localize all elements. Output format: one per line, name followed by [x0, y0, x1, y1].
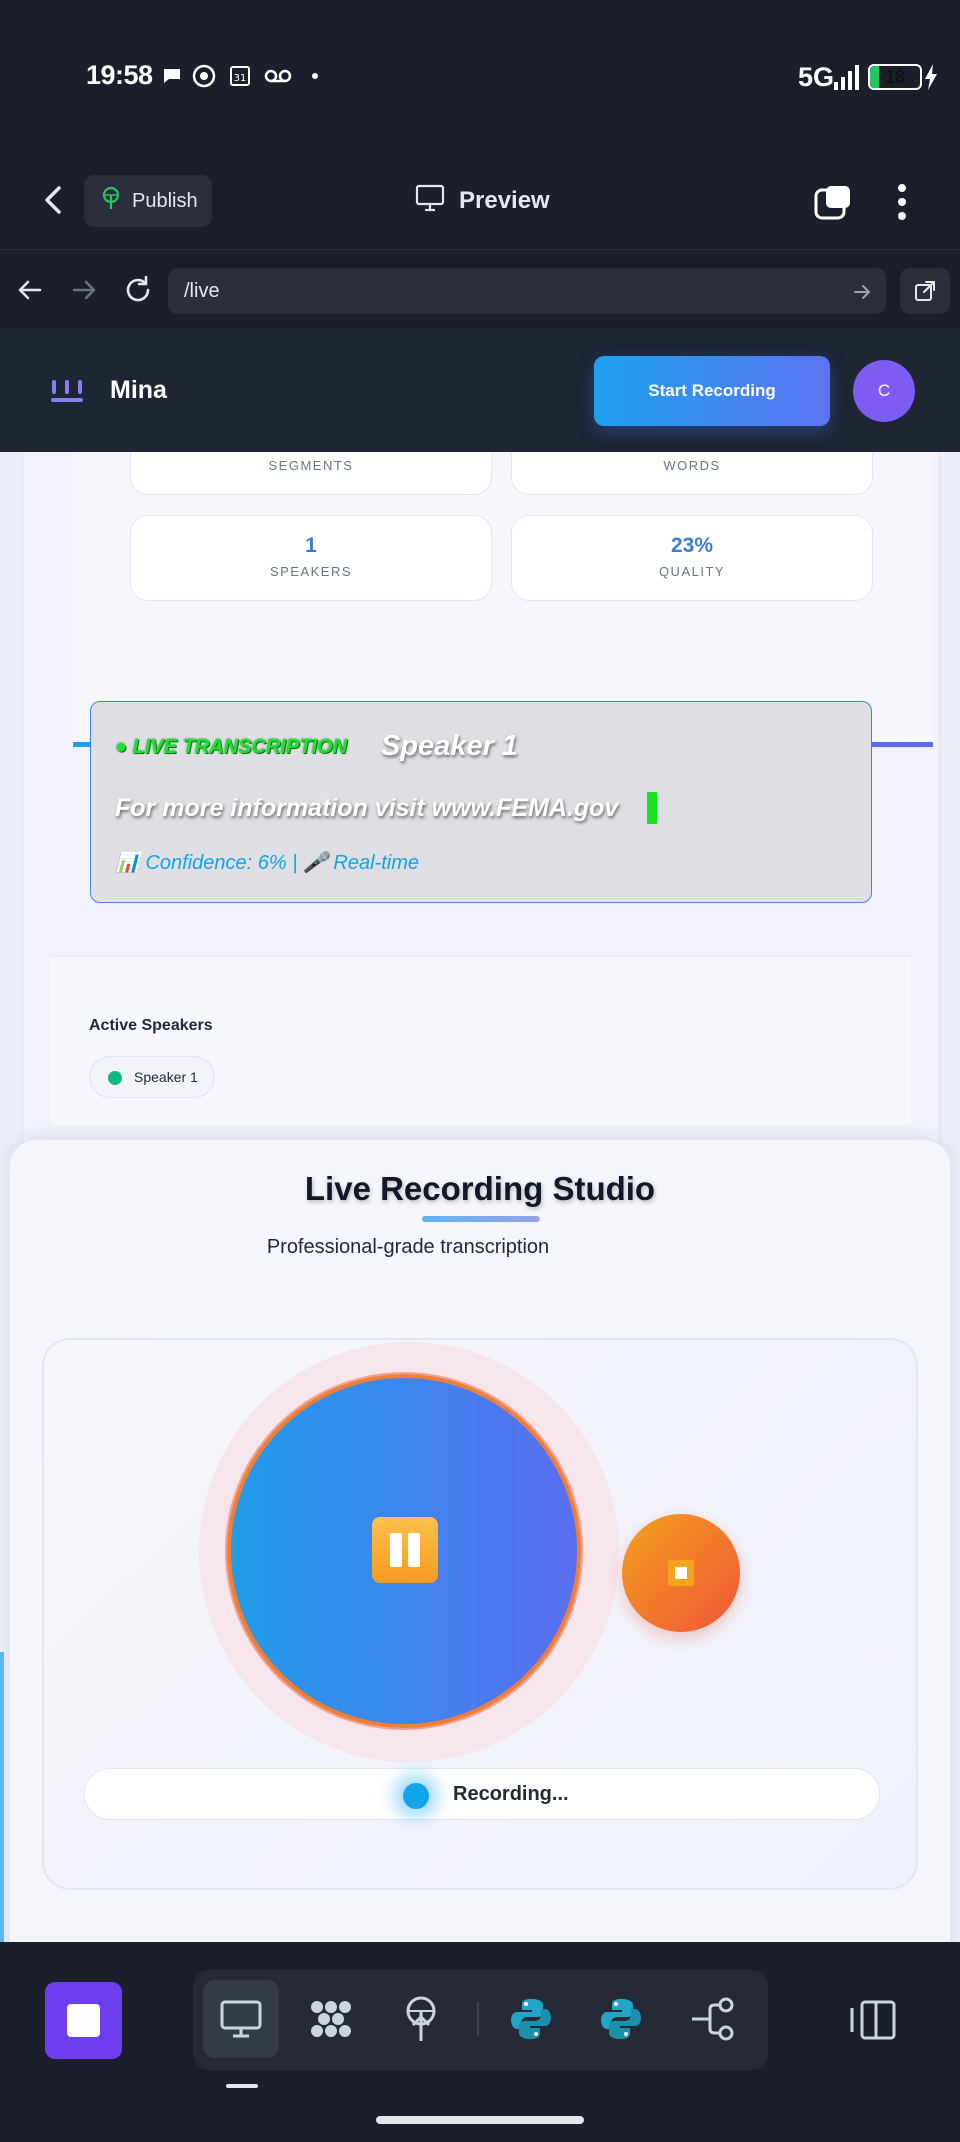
dot-icon — [310, 64, 320, 88]
stat-speakers: 1 SPEAKERS — [130, 515, 492, 601]
live-speaker: Speaker 1 — [381, 730, 519, 762]
app-bar: Publish Preview — [0, 150, 960, 250]
stat-label: WORDS — [663, 458, 721, 473]
desktop-icon[interactable] — [203, 1980, 279, 2058]
python-icon[interactable] — [493, 1980, 569, 2058]
start-recording-button[interactable]: Start Recording — [594, 356, 830, 426]
stop-run-button[interactable] — [45, 1982, 122, 2059]
arrow-left-icon[interactable] — [14, 274, 46, 306]
graph-icon[interactable] — [293, 1980, 369, 2058]
speaker-chip[interactable]: Speaker 1 — [89, 1056, 215, 1098]
chat-icon — [160, 64, 184, 88]
brand-logo-icon[interactable] — [50, 378, 84, 404]
live-tag: ● LIVE TRANSCRIPTION — [115, 736, 348, 758]
signal-icon — [834, 64, 862, 90]
calendar-icon: 31 — [228, 64, 252, 88]
avatar[interactable]: C — [853, 360, 915, 422]
reload-icon[interactable] — [122, 274, 154, 306]
tool-group — [193, 1970, 768, 2070]
pause-button[interactable] — [227, 1374, 581, 1728]
web-page: SEGMENTS WORDS 1 SPEAKERS 23% QUALITY ● … — [0, 328, 960, 1942]
go-arrow-icon[interactable] — [852, 268, 872, 314]
publish-icon — [100, 186, 122, 216]
stat-label: QUALITY — [658, 564, 726, 579]
back-icon[interactable] — [36, 182, 72, 218]
soccer-icon — [192, 64, 216, 88]
recording-status-text: Recording... — [453, 1783, 569, 1805]
brand-name[interactable]: Mina — [110, 376, 167, 405]
page-edge-accent — [0, 1652, 4, 1942]
recording-studio: Live Recording Studio Professional-grade… — [10, 1140, 950, 1942]
bottom-toolbar — [0, 1942, 960, 2142]
publish-label: Publish — [132, 189, 198, 212]
python-icon[interactable] — [583, 1980, 659, 2058]
monitor-icon — [415, 184, 459, 219]
active-speakers-panel: Active Speakers Speaker 1 — [51, 956, 911, 1126]
stats-panel: SEGMENTS WORDS 1 SPEAKERS 23% QUALITY — [73, 409, 933, 747]
live-text: For more information visit www.FEMA.gov — [115, 794, 619, 822]
preview-label: Preview — [459, 187, 550, 214]
battery-indicator: 18 — [868, 64, 922, 90]
speaker-chip-label: Speaker 1 — [134, 1069, 198, 1085]
studio-title: Live Recording Studio — [304, 1170, 656, 1207]
url-input[interactable]: /live — [168, 268, 886, 314]
stat-value: 23% — [670, 534, 714, 557]
side-panel-icon[interactable] — [848, 1998, 898, 2042]
stat-label: SPEAKERS — [269, 564, 353, 579]
recording-status: Recording... — [84, 1768, 880, 1820]
typing-cursor — [647, 792, 657, 824]
studio-subtitle: Professional-grade transcription — [266, 1236, 550, 1258]
deploy-icon[interactable] — [383, 1980, 459, 2058]
active-tab-indicator — [226, 2084, 258, 2088]
active-speakers-title: Active Speakers — [89, 1017, 213, 1034]
stat-label: SEGMENTS — [268, 458, 354, 473]
status-bar: 19:58 31 5G 18 — [0, 0, 960, 150]
stop-icon — [668, 1560, 694, 1586]
live-transcription-box: ● LIVE TRANSCRIPTION Speaker 1 For more … — [90, 701, 872, 903]
stop-square-icon — [67, 2004, 100, 2037]
arrow-right-icon[interactable] — [68, 274, 100, 306]
preview-title[interactable]: Preview — [415, 184, 550, 218]
url-text: /live — [184, 280, 220, 302]
browser-bar: /live — [0, 250, 960, 328]
recorder-panel: Recording... — [42, 1338, 918, 1890]
branch-icon[interactable] — [675, 1980, 751, 2058]
home-indicator[interactable] — [376, 2116, 584, 2124]
toolbar-divider — [477, 2002, 479, 2036]
voicemail-icon — [264, 64, 292, 88]
status-time: 19:58 — [86, 60, 153, 90]
live-meta: 📊 Confidence: 6% | 🎤 Real-time — [115, 852, 420, 874]
charging-icon — [924, 64, 938, 95]
battery-percent: 18 — [884, 67, 906, 87]
svg-text:31: 31 — [234, 73, 247, 84]
stat-value: 1 — [305, 534, 317, 557]
tabs-icon[interactable] — [814, 184, 852, 220]
network-type: 5G — [797, 62, 834, 92]
speaker-dot — [108, 1071, 122, 1085]
pause-icon — [372, 1517, 438, 1583]
stop-button[interactable] — [622, 1514, 740, 1632]
publish-button[interactable]: Publish — [84, 175, 212, 227]
recording-dot — [403, 1783, 429, 1809]
site-header: Mina Start Recording C — [0, 328, 960, 452]
title-underline — [422, 1216, 540, 1222]
stat-quality: 23% QUALITY — [511, 515, 873, 601]
external-link-icon[interactable] — [900, 268, 950, 314]
menu-dots-icon[interactable] — [892, 180, 912, 224]
